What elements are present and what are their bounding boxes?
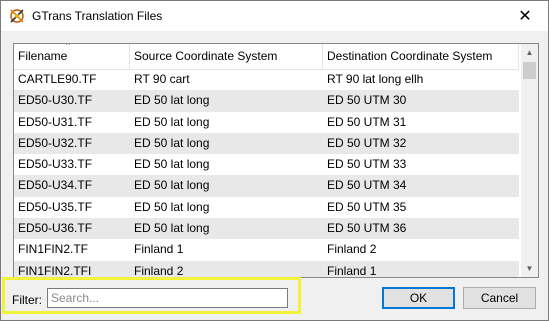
filter-label: Filter: (12, 293, 42, 307)
table-row[interactable]: FIN1FIN2.TFI Finland 2 Finland 1 (14, 260, 519, 278)
cancel-button[interactable]: Cancel (463, 287, 536, 309)
source-cell: ED 50 lat long (134, 135, 210, 150)
table-row[interactable]: ED50-U34.TF ED 50 lat long ED 50 UTM 34 (14, 175, 519, 197)
filename-cell: ED50-U31.TF (18, 114, 93, 129)
dialog-window: GTrans Translation Files ✕ Filename ^ So… (0, 0, 549, 321)
source-cell: RT 90 cart (134, 72, 190, 86)
list-header: Filename ^ Source Coordinate System Dest… (14, 44, 519, 70)
window-title: GTrans Translation Files (32, 9, 163, 23)
destination-cell: ED 50 UTM 31 (327, 114, 407, 129)
destination-cell: ED 50 UTM 34 (327, 178, 407, 193)
table-row[interactable]: ED50-U31.TF ED 50 lat long ED 50 UTM 31 (14, 112, 519, 133)
list-rows: CARTLE90.TF RT 90 cart RT 90 lat long el… (14, 69, 519, 278)
ok-button[interactable]: OK (382, 287, 455, 309)
source-cell: ED 50 lat long (134, 221, 210, 236)
destination-cell: ED 50 UTM 32 (327, 135, 407, 150)
filename-cell: CARTLE90.TF (18, 72, 97, 86)
table-row[interactable]: ED50-U35.TF ED 50 lat long ED 50 UTM 35 (14, 197, 519, 218)
close-icon: ✕ (518, 8, 532, 25)
filename-cell: FIN1FIN2.TFI (18, 263, 92, 278)
title-bar: GTrans Translation Files ✕ (1, 1, 548, 31)
column-header-label: Destination Coordinate System (327, 49, 493, 63)
table-row[interactable]: CARTLE90.TF RT 90 cart RT 90 lat long el… (14, 69, 519, 90)
destination-cell: ED 50 UTM 36 (327, 221, 407, 236)
filename-cell: ED50-U36.TF (18, 221, 93, 236)
destination-cell: ED 50 UTM 33 (327, 157, 407, 172)
table-row[interactable]: ED50-U33.TF ED 50 lat long ED 50 UTM 33 (14, 154, 519, 175)
source-cell: ED 50 lat long (134, 157, 210, 172)
column-header-destination[interactable]: Destination Coordinate System (323, 44, 519, 69)
destination-cell: ED 50 UTM 35 (327, 199, 407, 214)
destination-cell: Finland 2 (327, 242, 377, 257)
vertical-scrollbar[interactable]: ▲ ▼ (521, 44, 538, 277)
column-header-filename[interactable]: Filename ^ (14, 44, 130, 69)
filename-cell: ED50-U34.TF (18, 178, 93, 193)
filename-cell: ED50-U30.TF (18, 93, 93, 108)
source-cell: Finland 1 (134, 242, 184, 257)
scroll-down-arrow-icon[interactable]: ▼ (521, 260, 538, 277)
table-row[interactable]: ED50-U32.TF ED 50 lat long ED 50 UTM 32 (14, 132, 519, 155)
column-header-label: Filename (18, 49, 68, 63)
column-header-source[interactable]: Source Coordinate System (130, 44, 323, 69)
column-header-label: Source Coordinate System (134, 49, 278, 63)
source-cell: Finland 2 (134, 263, 184, 278)
dialog-body: Filename ^ Source Coordinate System Dest… (1, 31, 548, 320)
filename-cell: ED50-U33.TF (18, 157, 93, 172)
scroll-up-arrow-icon[interactable]: ▲ (521, 44, 538, 61)
destination-cell: ED 50 UTM 30 (327, 93, 407, 108)
filename-cell: ED50-U35.TF (18, 199, 93, 214)
table-row[interactable]: FIN1FIN2.TF Finland 1 Finland 2 (14, 239, 519, 260)
filter-search-input[interactable] (47, 288, 288, 308)
close-button[interactable]: ✕ (502, 1, 548, 31)
gtrans-app-icon (9, 8, 25, 24)
scroll-thumb[interactable] (523, 62, 536, 79)
source-cell: ED 50 lat long (134, 93, 210, 108)
filename-cell: ED50-U32.TF (18, 135, 93, 150)
filename-cell: FIN1FIN2.TF (18, 242, 89, 257)
table-row[interactable]: ED50-U30.TF ED 50 lat long ED 50 UTM 30 (14, 90, 519, 112)
translation-files-list[interactable]: Filename ^ Source Coordinate System Dest… (13, 43, 539, 278)
source-cell: ED 50 lat long (134, 178, 210, 193)
destination-cell: RT 90 lat long ellh (327, 72, 424, 86)
sort-ascending-icon: ^ (66, 43, 70, 50)
destination-cell: Finland 1 (327, 263, 377, 278)
source-cell: ED 50 lat long (134, 199, 210, 214)
table-row[interactable]: ED50-U36.TF ED 50 lat long ED 50 UTM 36 (14, 218, 519, 240)
source-cell: ED 50 lat long (134, 114, 210, 129)
